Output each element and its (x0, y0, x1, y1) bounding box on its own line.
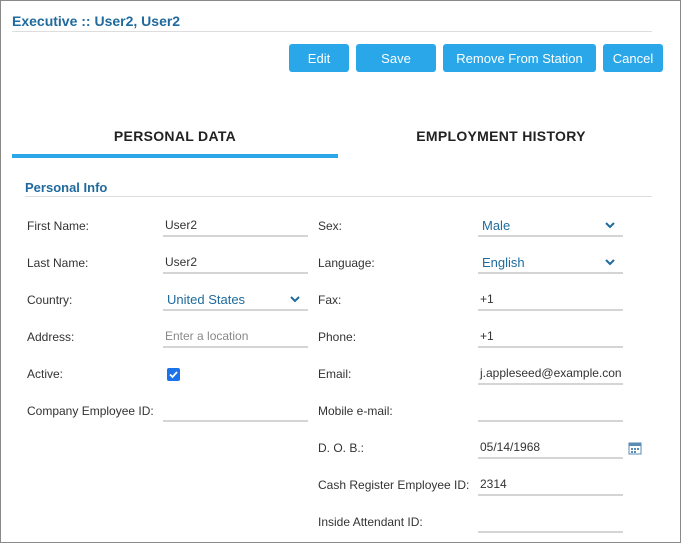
edit-button[interactable]: Edit (289, 44, 349, 72)
phone-field[interactable]: +1 (478, 326, 623, 348)
address-label: Address: (27, 330, 75, 344)
cash-register-employee-id-field[interactable]: 2314 (478, 474, 623, 496)
sex-label: Sex: (318, 219, 343, 233)
last-name-label: Last Name: (27, 256, 89, 270)
fax-label: Fax: (318, 293, 342, 307)
chevron-down-icon (605, 222, 615, 229)
phone-label: Phone: (318, 330, 357, 344)
inside-attendant-id-label: Inside Attendant ID: (318, 515, 423, 529)
email-field[interactable]: j.appleseed@example.con (478, 363, 623, 385)
checkmark-icon (169, 371, 178, 379)
mobile-email-field[interactable] (478, 400, 623, 422)
active-label: Active: (27, 367, 64, 381)
mobile-email-label: Mobile e-mail: (318, 404, 393, 418)
company-employee-id-field[interactable] (163, 400, 308, 422)
country-value: United States (167, 291, 246, 307)
page-title: Executive :: User2, User2 (12, 13, 181, 29)
inside-attendant-id-field[interactable] (478, 511, 623, 533)
address-input[interactable]: Enter a location (163, 326, 308, 348)
last-name-field[interactable]: User2 (163, 252, 308, 274)
cash-register-employee-id-label: Cash Register Employee ID: (318, 478, 470, 492)
cancel-button[interactable]: Cancel (603, 44, 663, 72)
first-name-field[interactable]: User2 (163, 215, 308, 237)
language-value: English (482, 254, 525, 270)
language-label: Language: (318, 256, 375, 270)
title-divider (12, 31, 652, 32)
sex-value: Male (482, 217, 511, 233)
section-divider (25, 196, 652, 197)
chevron-down-icon (605, 259, 615, 266)
country-select[interactable]: United States (163, 289, 308, 311)
first-name-label: First Name: (27, 219, 90, 233)
employee-dialog: Executive :: User2, User2 Edit Save Remo… (0, 0, 681, 543)
sex-select[interactable]: Male (478, 215, 623, 237)
tab-employment-history[interactable]: EMPLOYMENT HISTORY (338, 128, 664, 158)
company-employee-id-label: Company Employee ID: (27, 404, 154, 418)
dob-label: D. O. B.: (318, 441, 365, 455)
language-select[interactable]: English (478, 252, 623, 274)
dob-field[interactable]: 05/14/1968 (478, 437, 623, 459)
email-label: Email: (318, 367, 352, 381)
calendar-icon[interactable] (628, 441, 642, 455)
country-label: Country: (27, 293, 73, 307)
remove-from-station-button[interactable]: Remove From Station (443, 44, 596, 72)
active-tab-indicator (12, 154, 338, 158)
chevron-down-icon (290, 296, 300, 303)
section-title: Personal Info (25, 180, 108, 195)
save-button[interactable]: Save (356, 44, 436, 72)
fax-field[interactable]: +1 (478, 289, 623, 311)
active-checkbox[interactable] (167, 368, 180, 381)
